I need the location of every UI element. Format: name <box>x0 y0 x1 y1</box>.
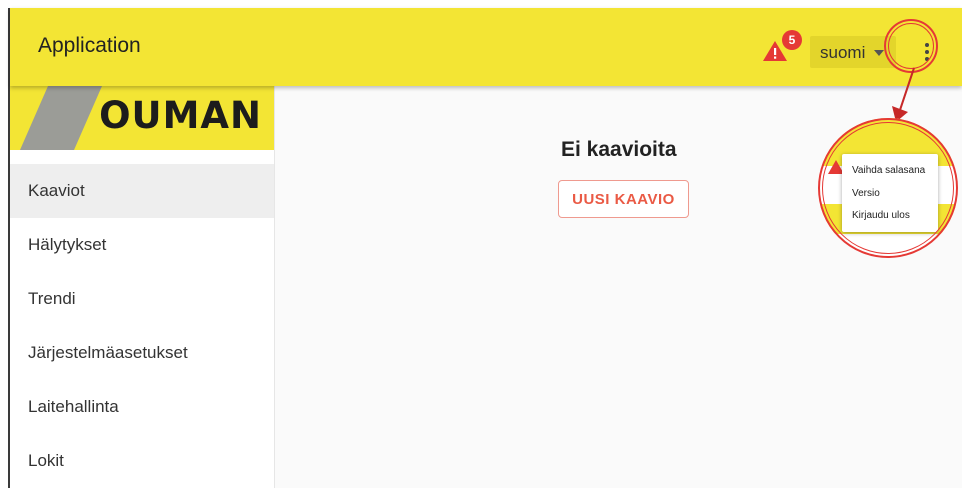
nav-item-label: Kaaviot <box>28 181 85 200</box>
app-title: Application <box>38 34 141 57</box>
nav-item-label: Laitehallinta <box>28 397 119 416</box>
new-chart-button[interactable]: UUSI KAAVIO <box>558 180 689 218</box>
nav-item-jarjestelmaasetukset[interactable]: Järjestelmäasetukset <box>10 326 274 380</box>
alert-count-badge: 5 <box>782 30 802 50</box>
annotation-ring <box>884 19 938 73</box>
app-bar: Application 5 suomi <box>10 8 962 86</box>
nav-item-lokit[interactable]: Lokit <box>10 434 274 488</box>
annotation-arrow-icon <box>892 67 915 122</box>
logo: OUMAN <box>99 94 262 137</box>
nav-item-trendi[interactable]: Trendi <box>10 272 274 326</box>
language-label: suomi <box>820 43 866 62</box>
alerts-button[interactable]: 5 <box>762 30 804 68</box>
nav-item-label: Trendi <box>28 289 76 308</box>
nav-item-kaaviot[interactable]: Kaaviot <box>10 164 274 218</box>
nav-item-label: Järjestelmäasetukset <box>28 343 188 362</box>
nav-item-label: Hälytykset <box>28 235 107 254</box>
nav-item-label: Lokit <box>28 451 64 470</box>
nav-item-halytykset[interactable]: Hälytykset <box>10 218 274 272</box>
empty-state-title: Ei kaavioita <box>561 138 677 161</box>
nav-menu: Kaaviot Hälytykset Trendi Järjestelmäase… <box>10 164 274 488</box>
language-select[interactable]: suomi <box>810 36 896 68</box>
sidebar: OUMAN Kaaviot Hälytykset Trendi Järjeste… <box>10 86 275 488</box>
logo-banner: OUMAN <box>10 86 274 150</box>
zoom-callout-ring <box>818 118 958 258</box>
nav-item-laitehallinta[interactable]: Laitehallinta <box>10 380 274 434</box>
chevron-down-icon <box>874 50 884 56</box>
